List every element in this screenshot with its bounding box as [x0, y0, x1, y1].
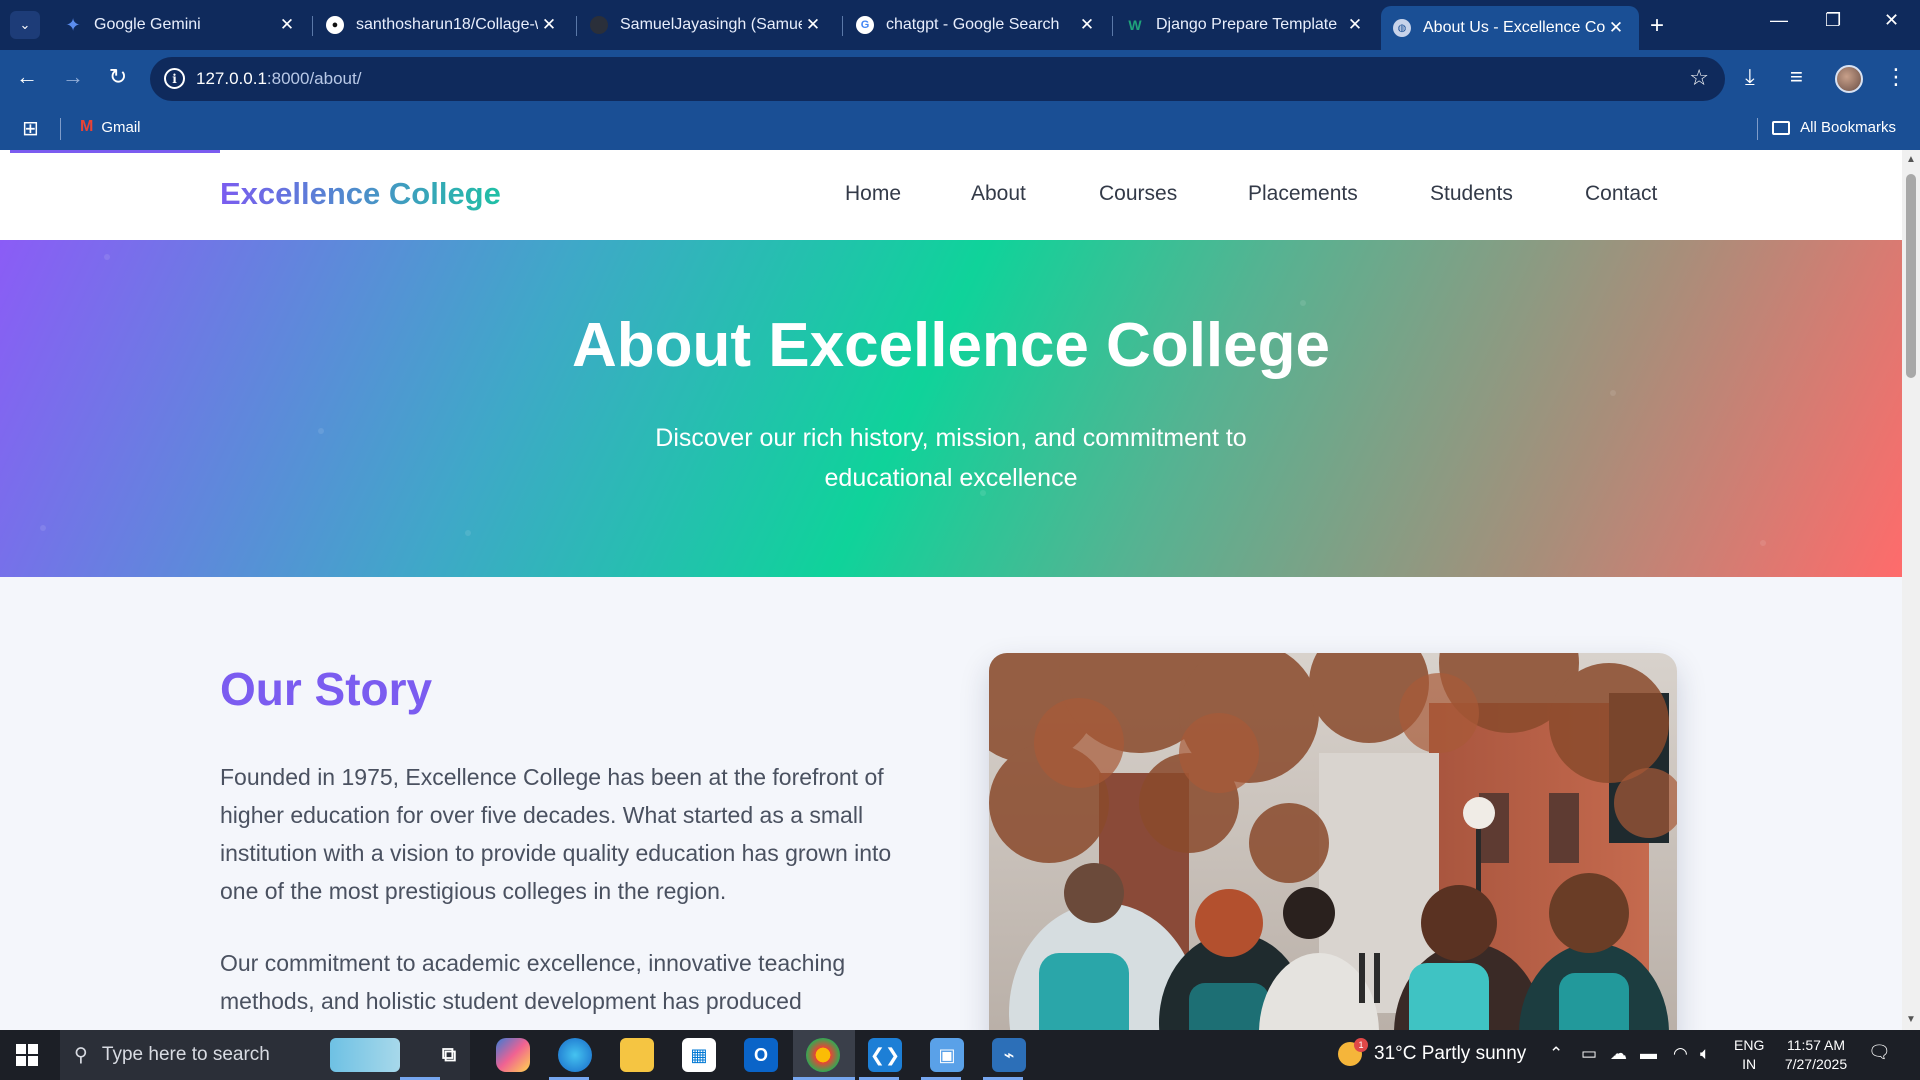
apps-grid-icon[interactable]: ⊞ [22, 116, 39, 141]
address-bar[interactable]: i 127.0.0.1:8000/about/ ☆ [150, 57, 1725, 101]
volume-icon[interactable]: 🔈︎ [1700, 1044, 1710, 1064]
page-load-indicator [10, 150, 220, 153]
language-indicator[interactable]: ENG IN [1734, 1036, 1764, 1074]
bookmarks-bar: ⊞ M Gmail All Bookmarks [0, 108, 1920, 150]
search-icon: ⚲ [74, 1044, 88, 1066]
taskbar-search-box[interactable]: ⚲ Type here to search [60, 1030, 470, 1080]
google-icon: G [856, 16, 874, 34]
hero-title: About Excellence College [572, 311, 1330, 380]
page-viewport: Excellence College Home About Courses Pl… [0, 150, 1902, 1030]
tab-strip: ⌄ ✦ Google Gemini ✕ ● santhosharun18/Col… [0, 0, 1920, 50]
folder-icon [1772, 120, 1791, 135]
site-navbar: Excellence College Home About Courses Pl… [0, 150, 1902, 240]
github-icon [590, 16, 608, 34]
windows-start-icon[interactable] [16, 1044, 38, 1066]
nav-about[interactable]: About [971, 182, 1026, 206]
tab-github-collage[interactable]: ● santhosharun18/Collage-w ✕ [314, 6, 572, 44]
profile-avatar[interactable] [1835, 65, 1863, 93]
close-icon[interactable]: ✕ [1605, 18, 1627, 38]
github-icon: ● [326, 16, 344, 34]
bookmark-star-icon[interactable]: ☆ [1689, 65, 1709, 91]
windows-taskbar: ⚲ Type here to search ⧉ ▦ O ❮❯ ▣ ⌁ 1 31°… [0, 1030, 1920, 1080]
story-paragraph-2: Our commitment to academic excellence, i… [220, 950, 846, 1014]
weather-widget[interactable]: 1 31°C Partly sunny [1338, 1038, 1526, 1066]
onedrive-icon[interactable]: ☁ [1610, 1044, 1627, 1064]
wifi-icon[interactable]: ◠ [1673, 1044, 1688, 1064]
close-icon[interactable]: ✕ [538, 15, 560, 35]
site-brand-logo[interactable]: Excellence College [220, 176, 501, 212]
tab-title: About Us - Excellence Colle [1423, 19, 1605, 36]
reload-button[interactable]: ↻ [103, 64, 133, 90]
nav-placements[interactable]: Placements [1248, 182, 1358, 206]
nav-contact[interactable]: Contact [1585, 182, 1657, 206]
globe-icon: ◍ [1393, 19, 1411, 37]
tab-title: Google Gemini [94, 16, 201, 33]
nav-students[interactable]: Students [1430, 182, 1513, 206]
meet-now-icon[interactable]: ▭ [1581, 1044, 1597, 1064]
close-window-button[interactable]: ✕ [1884, 10, 1899, 31]
gmail-icon: M [80, 118, 94, 135]
notification-center-icon[interactable]: 🗨︎ [1868, 1042, 1892, 1066]
control-panel-icon[interactable]: ▣ [930, 1038, 964, 1072]
tab-google-search[interactable]: G chatgpt - Google Search ✕ [844, 6, 1110, 44]
story-heading: Our Story [220, 663, 433, 715]
nav-courses[interactable]: Courses [1099, 182, 1177, 206]
menu-kebab-icon[interactable]: ⋮ [1885, 64, 1907, 90]
tray-chevron-icon[interactable]: ⌃ [1549, 1044, 1563, 1064]
task-view-icon[interactable]: ⧉ [432, 1038, 466, 1072]
scroll-down-arrow-icon[interactable]: ▼ [1902, 1012, 1920, 1028]
restore-button[interactable]: ❐ [1825, 10, 1841, 31]
media-control-icon[interactable]: ≡ [1790, 64, 1803, 90]
nav-home[interactable]: Home [845, 182, 901, 206]
campus-students-photo [989, 653, 1677, 1030]
edge-icon[interactable] [558, 1038, 592, 1072]
chrome-icon[interactable] [806, 1038, 840, 1072]
tab-title: Django Prepare Template [1156, 16, 1338, 33]
outlook-icon[interactable]: O [744, 1038, 778, 1072]
vscode-icon[interactable]: ❮❯ [868, 1038, 902, 1072]
bookmark-gmail[interactable]: M Gmail [80, 118, 141, 136]
battery-icon[interactable]: ▬ [1640, 1044, 1657, 1064]
site-info-icon[interactable]: i [164, 68, 185, 89]
download-icon[interactable]: ⤓ [1745, 64, 1755, 90]
microsoft-store-icon[interactable]: ▦ [682, 1038, 716, 1072]
close-icon[interactable]: ✕ [1076, 15, 1098, 35]
minimize-button[interactable]: — [1770, 10, 1788, 31]
terminal-app-icon[interactable]: ⌁ [992, 1038, 1026, 1072]
w-icon: W [1128, 17, 1142, 33]
file-explorer-icon[interactable] [620, 1038, 654, 1072]
tab-about-us-active[interactable]: ◍ About Us - Excellence Colle ✕ [1381, 6, 1639, 50]
forward-button[interactable]: → [58, 64, 88, 90]
tab-title: SamuelJayasingh (Samuel J [620, 16, 802, 33]
close-icon[interactable]: ✕ [802, 15, 824, 35]
scroll-up-arrow-icon[interactable]: ▲ [1902, 152, 1920, 168]
weather-sun-icon: 1 [1338, 1038, 1368, 1066]
story-paragraph-1: Founded in 1975, Excellence College has … [220, 764, 892, 904]
tab-github-samuel[interactable]: SamuelJayasingh (Samuel J ✕ [578, 6, 836, 44]
close-icon[interactable]: ✕ [1344, 15, 1366, 35]
tab-title: santhosharun18/Collage-w [356, 16, 538, 33]
address-toolbar: ← → ↻ i 127.0.0.1:8000/about/ ☆ ⤓ ≡ ⋮ [0, 50, 1920, 108]
taskbar-clock[interactable]: 11:57 AM 7/27/2025 [1775, 1036, 1857, 1074]
back-button[interactable]: ← [12, 64, 42, 90]
url-text[interactable]: 127.0.0.1:8000/about/ [196, 69, 361, 89]
tab-google-gemini[interactable]: ✦ Google Gemini ✕ [52, 6, 310, 44]
gemini-icon: ✦ [65, 14, 81, 35]
new-tab-button[interactable]: + [1650, 12, 1664, 40]
hero-subtitle: Discover our rich history, mission, and … [655, 424, 1247, 492]
tab-search-button[interactable]: ⌄ [10, 11, 40, 39]
tab-django-template[interactable]: W Django Prepare Template ✕ [1114, 6, 1378, 44]
scroll-thumb[interactable] [1906, 174, 1916, 378]
tab-title: chatgpt - Google Search [886, 16, 1060, 33]
all-bookmarks-button[interactable]: All Bookmarks [1772, 119, 1896, 136]
copilot-icon[interactable] [496, 1038, 530, 1072]
search-highlight-icon[interactable] [330, 1038, 400, 1072]
page-scrollbar[interactable]: ▲ ▼ [1902, 150, 1920, 1030]
close-icon[interactable]: ✕ [276, 15, 298, 35]
hero-banner: About Excellence College Discover our ri… [0, 240, 1902, 577]
